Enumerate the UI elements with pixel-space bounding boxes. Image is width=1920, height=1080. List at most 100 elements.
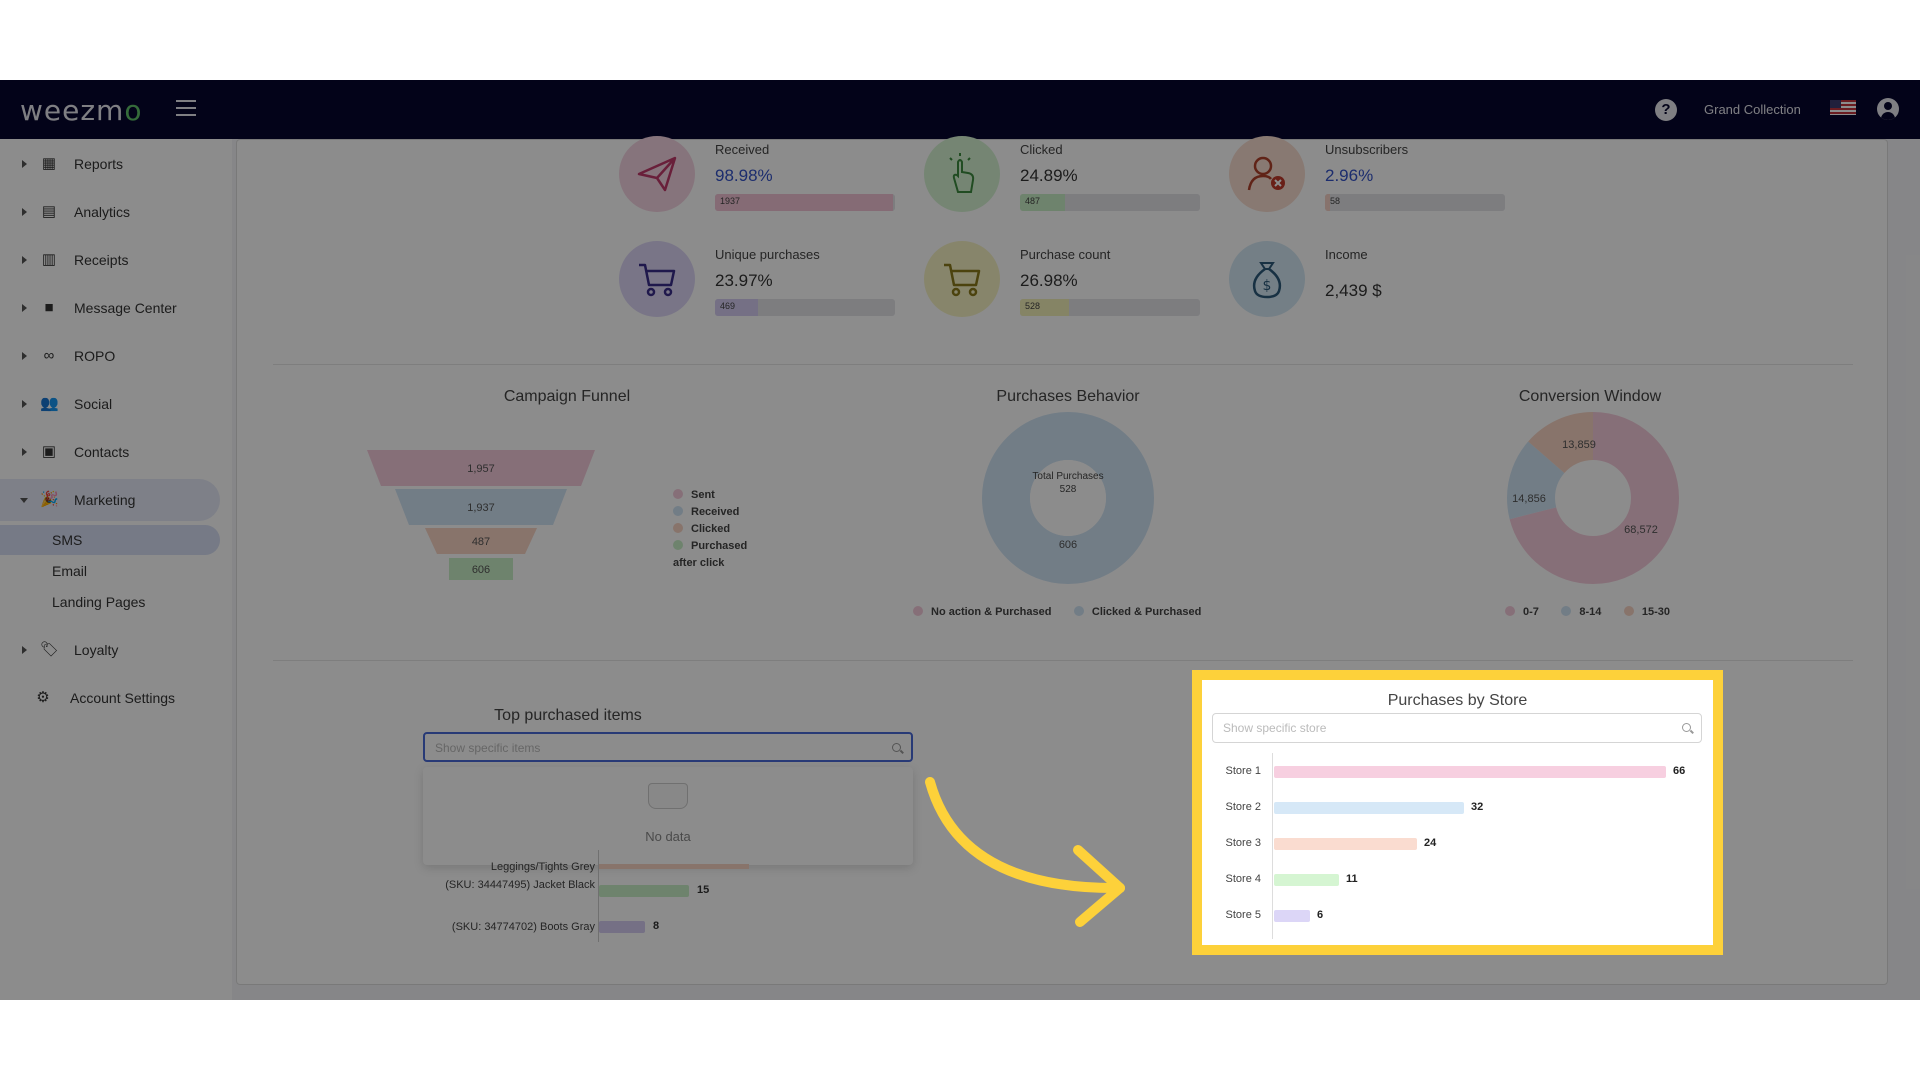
empty-inbox-icon [648, 783, 688, 809]
store-search-input[interactable]: Show specific store [1212, 713, 1702, 743]
funnel-legend: Sent Received Clicked Purchased after cl… [673, 488, 748, 569]
conversion-value-0-7: 68,572 [1624, 524, 1658, 536]
kpi-received: Received 98.98% 1937 [619, 136, 919, 231]
sidebar-item-ropo[interactable]: ∞ ROPO [0, 335, 220, 377]
svg-text:$: $ [1263, 278, 1272, 294]
weezmo-logo[interactable]: weezmo [20, 94, 142, 127]
kpi-progress-bar: 58 [1325, 194, 1505, 211]
item-label: (SKU: 34774702) Boots Gray [451, 921, 595, 933]
sidebar-item-social[interactable]: 👥 Social [0, 383, 220, 425]
purchases-behavior-donut: 606 [982, 412, 1154, 584]
conversion-value-8-14: 14,856 [1512, 493, 1546, 505]
kpi-income: $ Income 2,439 $ [1229, 241, 1529, 336]
menu-toggle-icon[interactable] [176, 100, 196, 116]
store-selector[interactable]: Grand Collection [1704, 102, 1801, 117]
conversion-legend: 0-7 8-14 15-30 [1505, 602, 1670, 620]
sidebar-subitem-sms[interactable]: SMS [0, 525, 220, 555]
kpi-purchase-count: Purchase count 26.98% 528 [924, 241, 1224, 336]
sidebar-item-contacts[interactable]: ▣ Contacts [0, 431, 220, 473]
receipt-icon: ▥ [41, 251, 57, 268]
app-screen: weezmo ? Grand Collection ▦ Reports ▤ An… [0, 80, 1920, 1000]
item-label: Leggings/Tights Grey [490, 861, 595, 873]
campaign-funnel-chart: 1,957 1,937 487 606 [367, 450, 595, 580]
highlight-arrow-icon [925, 777, 1125, 927]
item-bar [599, 921, 645, 933]
search-icon [892, 743, 901, 752]
behavior-center-label: Total Purchases 528 [1032, 471, 1104, 495]
behavior-legend: No action & Purchased Clicked & Purchase… [913, 602, 1201, 620]
people-icon: 👥 [40, 395, 59, 412]
kpi-progress-bar: 1937 [715, 194, 895, 211]
item-label: (SKU: 34447495) Jacket Black [445, 879, 595, 891]
help-icon[interactable]: ? [1655, 99, 1677, 121]
money-bag-icon: $ [1229, 241, 1305, 317]
search-icon [1682, 723, 1691, 732]
items-axis-line [598, 850, 599, 942]
tag-icon: 🏷 [40, 641, 60, 658]
no-data-label: No data [645, 829, 691, 844]
kpi-unique-purchases: Unique purchases 23.97% 469 [619, 241, 919, 336]
store-bar-value: 6 [1317, 909, 1324, 921]
store-bar-value: 32 [1471, 801, 1484, 813]
store-bar[interactable] [1274, 766, 1666, 778]
party-popper-icon: 🎉 [40, 491, 59, 508]
store-bar[interactable] [1274, 838, 1417, 850]
purchases-by-store-title: Purchases by Store [1387, 692, 1528, 709]
message-icon: ■ [44, 299, 54, 316]
user-remove-icon [1229, 136, 1305, 212]
paper-plane-icon [619, 136, 695, 212]
sidebar-item-loyalty[interactable]: 🏷 Loyalty [0, 629, 220, 671]
funnel-value-sent: 1,957 [467, 463, 495, 475]
item-bar [599, 864, 749, 869]
pointer-click-icon [924, 136, 1000, 212]
kpi-progress-bar: 487 [1020, 194, 1200, 211]
top-items-search-input[interactable]: Show specific items [423, 732, 913, 762]
sidebar-subitem-email[interactable]: Email [0, 556, 220, 586]
sidebar-item-marketing[interactable]: 🎉 Marketing [0, 479, 220, 521]
top-bar: weezmo ? Grand Collection [0, 80, 1920, 139]
section-divider [273, 660, 1853, 661]
sidebar-subitem-landing-pages[interactable]: Landing Pages [0, 587, 220, 617]
sidebar-item-message-center[interactable]: ■ Message Center [0, 287, 220, 329]
store-bar[interactable] [1274, 802, 1464, 814]
store-bar-value: 11 [1346, 873, 1358, 885]
kpi-progress-bar: 528 [1020, 299, 1200, 316]
purchases-behavior-title: Purchases Behavior [996, 388, 1140, 405]
store-bar[interactable] [1274, 910, 1310, 922]
store-bar-value: 66 [1673, 765, 1686, 777]
item-value: 8 [653, 920, 660, 932]
infinity-icon: ∞ [43, 347, 55, 364]
sidebar-item-receipts[interactable]: ▥ Receipts [0, 239, 220, 281]
store-bar[interactable] [1274, 874, 1339, 886]
store-bar-label: Store 5 [1225, 909, 1261, 921]
kpi-unsubscribers: Unsubscribers 2.96% 58 [1229, 136, 1529, 231]
sidebar-item-reports[interactable]: ▦ Reports [0, 143, 220, 185]
cart-icon [619, 241, 695, 317]
item-bar [599, 885, 689, 897]
section-divider [273, 364, 1853, 365]
sidebar: ▦ Reports ▤ Analytics ▥ Receipts ■ Messa… [0, 139, 232, 1000]
sidebar-item-account-settings[interactable]: ⚙ Account Settings [0, 677, 220, 719]
kpi-progress-bar: 469 [715, 299, 895, 316]
store-bar-label: Store 4 [1225, 873, 1261, 885]
user-account-icon[interactable] [1877, 98, 1899, 120]
conversion-window-title: Conversion Window [1518, 388, 1662, 405]
funnel-value-clicked: 487 [472, 536, 490, 548]
cart-icon [924, 241, 1000, 317]
contacts-icon: ▣ [41, 443, 57, 460]
sidebar-item-analytics[interactable]: ▤ Analytics [0, 191, 220, 233]
top-purchased-items-title: Top purchased items [494, 707, 642, 724]
item-value: 15 [697, 884, 710, 896]
analytics-icon: ▤ [41, 203, 57, 220]
store-bar-label: Store 3 [1225, 837, 1261, 849]
gear-icon: ⚙ [36, 689, 50, 706]
store-chart-axis [1272, 753, 1273, 939]
funnel-value-received: 1,937 [467, 502, 495, 514]
us-flag-icon[interactable] [1830, 100, 1856, 115]
items-dropdown: No data [423, 767, 913, 865]
conversion-value-15-30: 13,859 [1562, 439, 1596, 451]
conversion-window-donut: 68,572 14,856 13,859 [1507, 412, 1679, 584]
store-bar-label: Store 1 [1225, 765, 1261, 777]
store-bar-value: 24 [1424, 837, 1437, 849]
behavior-value-label: 606 [1059, 539, 1077, 551]
